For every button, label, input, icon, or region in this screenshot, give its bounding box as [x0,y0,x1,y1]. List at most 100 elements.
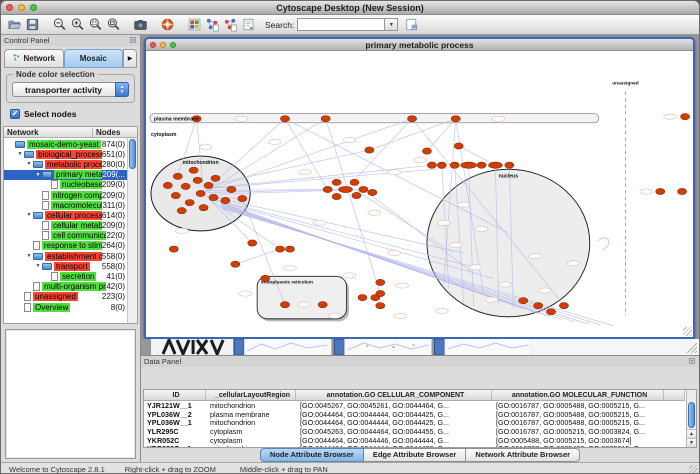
expand-arrow-icon[interactable]: ▼ [25,161,33,167]
search-input[interactable] [297,18,385,31]
tab-node-attribute-browser[interactable]: Node Attribute Browser [260,448,364,462]
network-canvas[interactable]: plasma membranecytoplasmmitochondrionnuc… [146,51,693,337]
table-cell: cytoplasm [206,427,296,436]
expand-arrow-icon[interactable]: ▼ [16,151,24,157]
file-icon [42,191,49,200]
layout-edges-icon[interactable] [221,16,239,34]
node-color-dropdown[interactable]: transporter activity ▲▼ [12,82,129,97]
tree-item-label: establishment of lo [45,252,102,261]
tree-scrollbar[interactable] [127,138,137,323]
tree-item-macromolecule[interactable]: macromolecule311(0) [4,200,137,210]
window-resize-grip[interactable] [689,465,698,474]
table-row[interactable]: YPL036W__2plasma membrane[GO:0044464, GO… [144,410,685,419]
zoom-out-icon[interactable] [50,16,68,34]
tree-item-overview[interactable]: Overview8(0) [4,302,137,312]
tree-item-primary-metabo[interactable]: ▼primary metabo209(... [4,170,137,180]
layout-nodes-icon[interactable] [203,16,221,34]
main-toolbar: Search: ▼ [1,15,699,35]
open-icon[interactable] [5,16,23,34]
minimized-windows-strip[interactable] [141,339,699,355]
folder-icon [33,161,43,168]
tree-item-nitrogen-compo[interactable]: nitrogen compo209(0) [4,190,137,200]
tree-item-secretion[interactable]: secretion41(0) [4,271,137,281]
tree-item-metabolic-process[interactable]: ▼metabolic process280(0) [4,159,137,169]
file-icon [24,292,31,301]
data-panel-toolbar [141,367,699,389]
table-row[interactable]: YPL036W__1mitochondrion[GO:0044464, GO:0… [144,418,685,427]
zoom-fit-icon[interactable] [104,16,122,34]
zoom-in-icon[interactable] [68,16,86,34]
table-scrollbar-thumb[interactable] [688,402,695,428]
expand-arrow-icon[interactable]: ▼ [25,253,33,259]
table-row[interactable]: YKR052Ccytoplasm[GO:0044464, GO:0044446,… [144,436,685,445]
cytoscape-window: Cytoscape Desktop (New Session) Search: … [0,0,700,474]
tab-mosaic[interactable]: Mosaic [64,49,124,68]
tab-network-attribute-browser[interactable]: Network Attribute Browser [466,448,580,462]
annotation-icon[interactable] [239,16,257,34]
network-view-titlebar[interactable]: primary metabolic process [146,39,693,51]
attribute-table-header[interactable]: ID_cellularLayoutRegionannotation.GO CEL… [144,390,685,401]
search-combo-arrow-icon[interactable]: ▼ [385,18,398,31]
scroll-up-icon[interactable]: ▲ [687,429,696,438]
save-icon[interactable] [23,16,41,34]
snapshot-icon[interactable] [131,16,149,34]
column-header-annotation.GO MOLECULAR_FUNCTION[interactable]: annotation.GO MOLECULAR_FUNCTION [492,390,664,400]
table-cell: [GO:0016787, GO:0005488, GO:0005215, G..… [492,444,664,448]
select-nodes-checkbox[interactable]: ✓ [10,109,20,119]
column-header-_cellularLayoutRegion[interactable]: _cellularLayoutRegion [206,390,296,400]
search-config-icon[interactable] [402,16,420,34]
expand-arrow-icon[interactable]: ▼ [25,212,33,218]
tree-column-network[interactable]: Network [4,128,93,137]
tree-item-nucleobase-c[interactable]: nucleobase-c209(0) [4,180,137,190]
table-row[interactable]: YJR121W__1mitochondrion[GO:0045267, GO:0… [144,401,685,410]
tree-item-multi-organism-pro[interactable]: multi-organism pro42(0) [4,282,137,292]
float-panel-icon[interactable] [688,357,696,367]
window-title: Cytoscape Desktop (New Session) [1,3,699,13]
expand-arrow-icon[interactable]: ▼ [34,263,42,269]
status-bar: Welcome to Cytoscape 2.8.1 Right-click +… [1,462,699,474]
column-header-ID[interactable]: ID [144,390,206,400]
table-row[interactable]: YLR295Ccytoplasm[GO:0045263, GO:0044464,… [144,427,685,436]
tree-item-cellular-metabo[interactable]: cellular metabo209(0) [4,221,137,231]
column-header-annotation.GO CELLULAR_COMPONENT[interactable]: annotation.GO CELLULAR_COMPONENT [296,390,492,400]
file-icon [42,231,49,240]
tree-item-label: nucleobase-c [60,180,102,189]
tree-item-biological-process[interactable]: ▼biological_process651(0) [4,149,137,159]
network-view-window[interactable]: primary metabolic process plasma membran… [144,37,695,339]
vizmapper-icon[interactable] [185,16,203,34]
column-header-blank[interactable] [664,390,685,400]
tab-network[interactable]: Network [4,49,64,68]
float-panel-icon[interactable] [129,36,137,46]
folder-icon [33,212,43,219]
tree-item-cell-communicat[interactable]: cell communicat22(0) [4,231,137,241]
tree-column-nodes[interactable]: Nodes [93,128,137,137]
tree-item-cellular-process[interactable]: ▼cellular process614(0) [4,210,137,220]
network-tree-header[interactable]: Network Nodes [3,126,138,138]
help-icon[interactable] [158,16,176,34]
tree-item-count: 558(0) [102,252,125,261]
table-scrollbar[interactable]: ▲ ▼ [686,390,696,447]
window-titlebar[interactable]: Cytoscape Desktop (New Session) [1,1,699,15]
select-nodes-label: Select nodes [24,109,76,119]
node-color-selection-group: Node color selection transporter activit… [6,74,135,103]
tree-scrollbar-thumb[interactable] [129,139,136,169]
table-row[interactable]: YDR039C__1mitochondrion[GO:0044464, GO:0… [144,444,685,448]
tree-item-transport[interactable]: ▼transport558(0) [4,261,137,271]
expand-arrow-icon[interactable]: ▼ [34,172,42,178]
frame-resize-grip[interactable] [683,327,692,336]
svg-text:endoplasmic reticulum: endoplasmic reticulum [261,279,313,285]
folder-icon [33,253,43,260]
file-icon [51,272,58,281]
tree-item-label: Overview [33,303,70,312]
scroll-down-icon[interactable]: ▼ [687,438,696,447]
tab-overflow-button[interactable]: ▶ [123,49,137,68]
tree-item-mosaic-demo-yeast[interactable]: mosaic-demo-yeast874(0) [4,139,137,149]
tab-edge-attribute-browser[interactable]: Edge Attribute Browser [364,448,466,462]
birdseye-view-panel[interactable] [5,329,136,459]
zoom-selected-icon[interactable] [86,16,104,34]
tree-item-label: macromolecule [51,201,102,210]
tree-item-response-to-stimulu[interactable]: response to stimulu264(0) [4,241,137,251]
tree-item-establishment-of-lo[interactable]: ▼ establishment of lo558(0) [4,251,137,261]
tab-mosaic-label: Mosaic [80,54,107,63]
tree-item-unassigned[interactable]: unassigned223(0) [4,292,137,302]
